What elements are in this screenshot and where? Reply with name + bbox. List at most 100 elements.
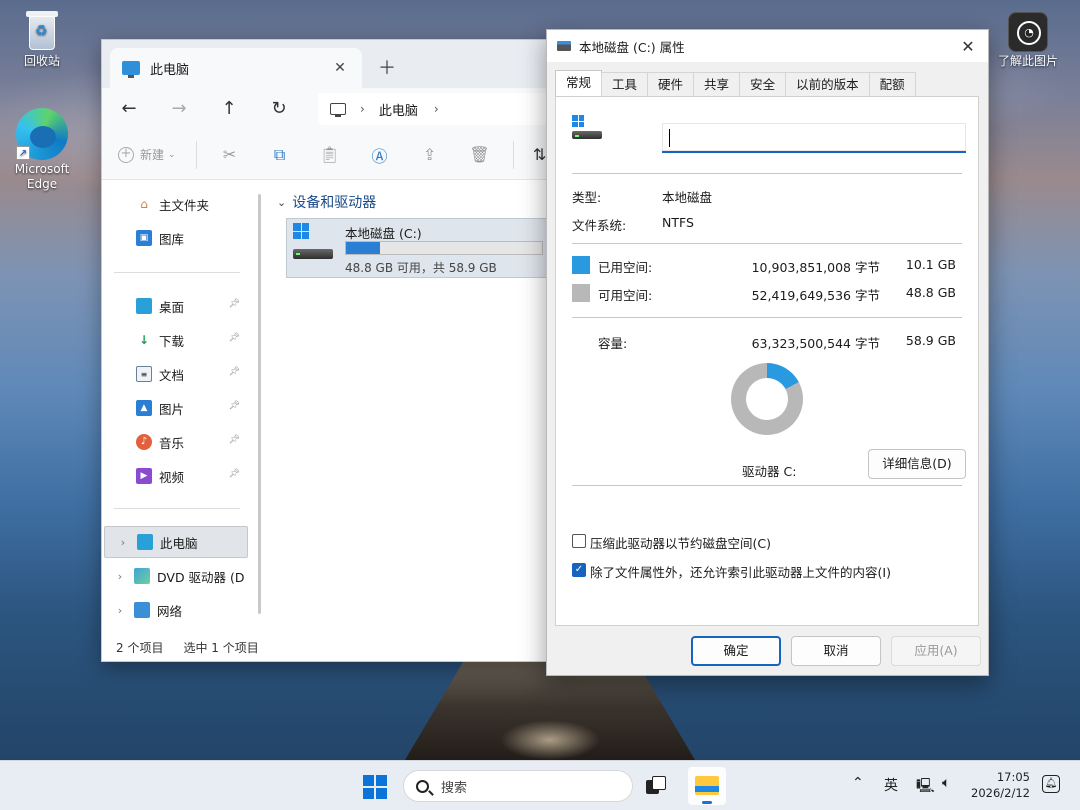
chevron-right-icon[interactable]: › (110, 604, 130, 617)
compress-checkbox[interactable] (572, 534, 586, 548)
sidebar-item-dvd[interactable]: › DVD 驱动器 (D (102, 560, 250, 592)
folder-icon (695, 776, 719, 795)
refresh-button[interactable]: ↻ (262, 94, 296, 124)
shortcut-arrow-icon: ↗ (16, 146, 30, 160)
pin-icon[interactable]: 📌︎ (229, 435, 240, 445)
chevron-right-icon: › (360, 102, 365, 116)
breadcrumb-this-pc[interactable]: 此电脑 (379, 100, 418, 119)
drive-icon (557, 41, 571, 51)
drive-name-input[interactable] (662, 123, 966, 153)
sidebar-item-documents[interactable]: ≡ 文档 📌︎ (102, 358, 250, 390)
free-space-bytes: 52,419,649,536 字节 (751, 288, 880, 303)
apply-button[interactable]: 应用(A) (891, 636, 981, 666)
learn-picture-label: 了解此图片 (997, 54, 1058, 68)
file-explorer-taskbar-button[interactable] (688, 767, 726, 805)
sidebar-item-downloads[interactable]: ↓ 下载 📌︎ (102, 324, 250, 356)
tab-close-icon[interactable]: ✕ (330, 60, 350, 76)
free-space-swatch (572, 284, 590, 302)
index-checkbox[interactable]: ✓ (572, 563, 586, 577)
sidebar-item-videos[interactable]: ▶ 视频 📌︎ (102, 460, 250, 492)
clock[interactable]: 17:05 2026/2/12 (970, 769, 1030, 801)
share-icon[interactable]: ⇪ (413, 145, 447, 164)
desktop-icon-recycle-bin[interactable]: ♻ 回收站 (4, 8, 80, 69)
general-panel: 类型: 本地磁盘 文件系统: NTFS 已用空间: 10,903,851,008… (555, 96, 979, 626)
sidebar-item-network[interactable]: › 网络 (102, 594, 250, 626)
home-icon: ⌂ (140, 197, 148, 211)
sidebar-item-pictures[interactable]: ▲ 图片 📌︎ (102, 392, 250, 424)
cut-icon[interactable]: ✂ (213, 145, 247, 164)
tab-sharing[interactable]: 共享 (693, 72, 741, 96)
sidebar-item-label: 音乐 (159, 435, 185, 451)
cancel-button[interactable]: 取消 (791, 636, 881, 666)
tab-previous-versions[interactable]: 以前的版本 (785, 72, 870, 96)
clock-time: 17:05 (996, 770, 1030, 784)
explorer-navbar: ← → ↑ ↻ › 此电脑 › (102, 88, 578, 130)
notification-icon[interactable]: 🔔︎ (1042, 775, 1060, 793)
ime-indicator[interactable]: 英 (884, 775, 898, 795)
explorer-tab[interactable]: 此电脑 ✕ (110, 48, 362, 88)
status-bar: 2 个项目 选中 1 个项目 (102, 633, 572, 661)
delete-icon[interactable]: 🗑︎ (463, 145, 497, 164)
sidebar-item-desktop[interactable]: 桌面 📌︎ (102, 290, 250, 322)
divider (572, 173, 962, 174)
chevron-down-icon: ⌄ (168, 149, 176, 160)
capacity-bytes: 63,323,500,544 字节 (751, 336, 880, 351)
free-space-label: 可用空间: (598, 288, 653, 303)
type-value: 本地磁盘 (662, 190, 713, 205)
pin-icon[interactable]: 📌︎ (229, 401, 240, 411)
address-bar[interactable]: › 此电脑 › (318, 93, 578, 125)
start-button[interactable] (363, 775, 387, 799)
network-icon[interactable]: 🖳︎ (916, 775, 935, 799)
sidebar-item-label: 网络 (157, 603, 183, 619)
drive-tile-c[interactable]: 本地磁盘 (C:) 48.8 GB 可用，共 58.9 GB (286, 218, 576, 278)
tab-general[interactable]: 常规 (555, 70, 603, 96)
chevron-right-icon[interactable]: › (113, 536, 133, 549)
paste-icon[interactable]: 📋︎ (313, 145, 347, 164)
sidebar-item-home[interactable]: ⌂ 主文件夹 (102, 188, 250, 220)
tab-security[interactable]: 安全 (739, 72, 787, 96)
drive-properties-dialog: 本地磁盘 (C:) 属性 ✕ 常规 工具 硬件 共享 安全 以前的版本 配额 类… (546, 29, 989, 676)
desktop-icon-learn-picture[interactable]: ◔ 了解此图片 (990, 12, 1066, 69)
pin-icon[interactable]: 📌︎ (229, 367, 240, 377)
computer-icon (137, 534, 153, 550)
sidebar-item-this-pc[interactable]: › 此电脑 (104, 526, 248, 558)
forward-button[interactable]: → (162, 94, 196, 124)
pin-icon[interactable]: 📌︎ (229, 299, 240, 309)
details-button[interactable]: 详细信息(D) (868, 449, 966, 479)
chevron-up-icon[interactable]: ⌃ (852, 775, 864, 791)
tab-hardware[interactable]: 硬件 (647, 72, 695, 96)
sidebar-item-music[interactable]: ♪ 音乐 📌︎ (102, 426, 250, 458)
compress-label[interactable]: 压缩此驱动器以节约磁盘空间(C) (590, 533, 771, 552)
copy-icon[interactable]: ⧉ (263, 145, 297, 165)
new-button[interactable]: + 新建 ⌄ (118, 146, 176, 163)
up-button[interactable]: ↑ (212, 94, 246, 124)
group-header-devices[interactable]: ⌄ 设备和驱动器 (277, 192, 376, 212)
camera-icon: ◔ (1008, 12, 1048, 52)
sidebar-item-label: 主文件夹 (159, 197, 210, 213)
chevron-right-icon[interactable]: › (434, 102, 439, 116)
toolbar-divider (195, 140, 197, 169)
used-space-swatch (572, 256, 590, 274)
rename-icon[interactable]: Ⓐ (363, 143, 397, 167)
disk-usage-donut (731, 363, 803, 435)
volume-icon[interactable]: 🔈︎ (942, 775, 950, 791)
sidebar-item-gallery[interactable]: ▣ 图库 (102, 222, 250, 254)
sidebar-scrollbar[interactable] (258, 194, 261, 614)
new-tab-button[interactable]: ＋ (377, 54, 397, 80)
taskbar-search[interactable]: 搜索 (403, 770, 633, 802)
status-item-count: 2 个项目 (116, 640, 164, 655)
task-view-button[interactable] (646, 776, 666, 794)
pin-icon[interactable]: 📌︎ (229, 469, 240, 479)
tab-tools[interactable]: 工具 (601, 72, 649, 96)
back-button[interactable]: ← (112, 94, 146, 124)
sidebar-item-label: DVD 驱动器 (D (157, 569, 245, 585)
close-icon[interactable]: ✕ (948, 37, 988, 56)
tab-quota[interactable]: 配额 (868, 72, 916, 96)
index-label[interactable]: 除了文件属性外，还允许索引此驱动器上文件的内容(I) (590, 562, 891, 581)
pin-icon[interactable]: 📌︎ (229, 333, 240, 343)
ok-button[interactable]: 确定 (691, 636, 781, 666)
wallpaper-light (500, 720, 600, 760)
clock-date: 2026/2/12 (971, 786, 1030, 800)
desktop-icon-edge[interactable]: ↗ Microsoft Edge (4, 108, 80, 192)
chevron-right-icon[interactable]: › (110, 570, 130, 583)
